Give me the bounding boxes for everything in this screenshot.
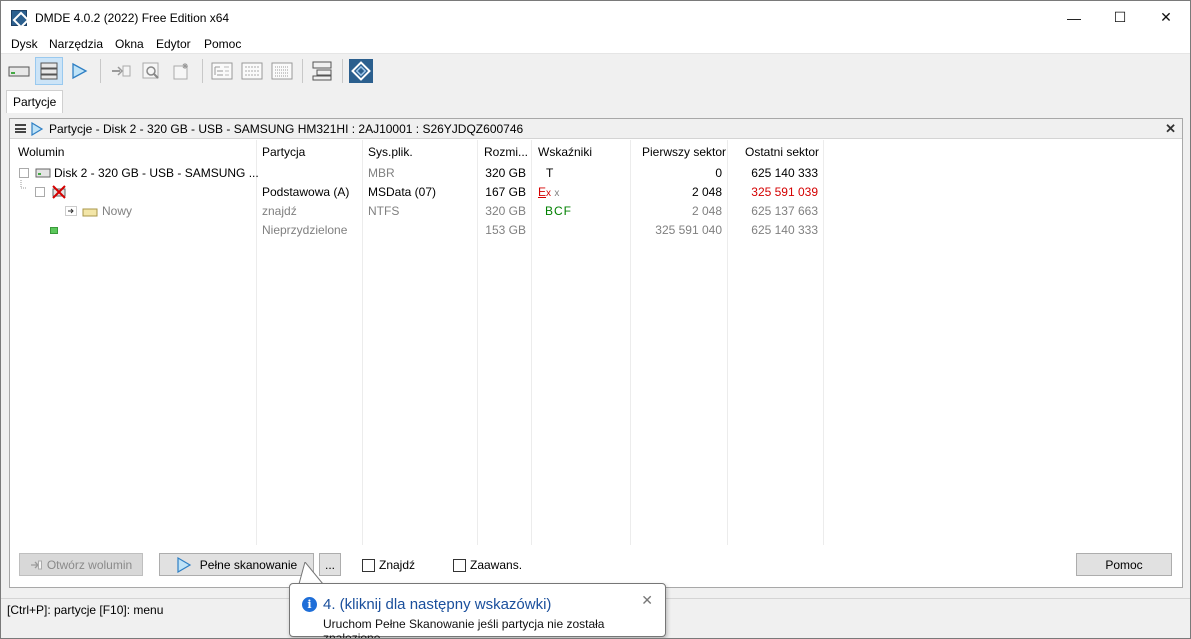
flags: T bbox=[546, 166, 554, 180]
open-arrow-icon bbox=[30, 560, 42, 569]
filesystem: MBR bbox=[368, 166, 395, 180]
partitions-panel: Partycje - Disk 2 - 320 GB - USB - SAMSU… bbox=[9, 118, 1183, 588]
toolbar bbox=[1, 55, 1190, 87]
tree-connector-icon bbox=[20, 180, 26, 189]
play-icon bbox=[177, 556, 191, 573]
menu-help[interactable]: Pomoc bbox=[204, 37, 241, 51]
tab-partitions[interactable]: Partycje bbox=[6, 90, 64, 113]
last-sector: 625 140 333 bbox=[751, 166, 818, 180]
col-header-volume[interactable]: Wolumin bbox=[18, 145, 64, 159]
help-button[interactable]: Pomoc bbox=[1076, 553, 1172, 576]
app-window: DMDE 4.0.2 (2022) Free Edition x64 — ☐ ✕… bbox=[0, 0, 1191, 639]
open-volume-icon[interactable] bbox=[107, 57, 135, 85]
first-sector: 2 048 bbox=[691, 185, 722, 199]
tooltip-title[interactable]: 4. (kliknij dla następny wskazówki) bbox=[323, 596, 551, 613]
tooltip-close-icon[interactable]: ✕ bbox=[641, 592, 653, 609]
tab-strip: Partycje bbox=[1, 87, 1190, 113]
expand-arrow-icon[interactable] bbox=[65, 206, 77, 216]
last-sector: 625 140 333 bbox=[751, 223, 818, 237]
list-view-icon[interactable] bbox=[238, 57, 266, 85]
partitions-table: Wolumin Partycja Sys.plik. Rozmi... Wska… bbox=[10, 140, 1182, 545]
filesystem: NTFS bbox=[368, 204, 400, 218]
dmde-app-icon bbox=[11, 10, 27, 26]
flag-x: x bbox=[554, 188, 560, 199]
window-title: DMDE 4.0.2 (2022) Free Edition x64 bbox=[35, 11, 230, 25]
col-header-filesystem[interactable]: Sys.plik. bbox=[368, 145, 413, 159]
info-icon: i bbox=[302, 597, 317, 612]
first-sector: 0 bbox=[715, 166, 722, 180]
flags: Ex x bbox=[538, 185, 559, 199]
advanced-checkbox[interactable]: Zaawans. bbox=[453, 558, 522, 572]
advanced-checkbox-label: Zaawans. bbox=[470, 558, 523, 572]
missing-partition-icon bbox=[52, 185, 66, 199]
full-scan-label: Pełne skanowanie bbox=[199, 557, 298, 572]
partition-type: Podstawowa (A) bbox=[262, 185, 350, 199]
play-icon[interactable] bbox=[65, 57, 93, 85]
tooltip-body: Uruchom Pełne Skanowanie jeśli partycja … bbox=[323, 617, 605, 639]
size: 167 GB bbox=[485, 185, 526, 199]
tree-view-icon[interactable] bbox=[208, 57, 236, 85]
flag-error: E bbox=[538, 185, 547, 199]
first-sector: 325 591 040 bbox=[655, 223, 722, 237]
windows-icon[interactable] bbox=[308, 57, 336, 85]
panel-header: Partycje - Disk 2 - 320 GB - USB - SAMSU… bbox=[10, 119, 1182, 139]
volume-name: Disk 2 - 320 GB - USB - SAMSUNG ... bbox=[54, 166, 259, 180]
partition-type: znajdź bbox=[262, 204, 297, 218]
size: 320 GB bbox=[485, 204, 526, 218]
panel-menu-icon[interactable] bbox=[15, 124, 26, 133]
last-sector: 625 137 663 bbox=[751, 204, 818, 218]
disk-icon[interactable] bbox=[5, 57, 33, 85]
col-header-last-sector[interactable]: Ostatni sektor bbox=[745, 145, 819, 159]
menu-disk[interactable]: Dysk bbox=[11, 37, 38, 51]
advanced-checkbox-box[interactable] bbox=[453, 558, 466, 572]
unallocated-icon bbox=[50, 227, 58, 234]
open-volume-button[interactable]: Otwórz wolumin bbox=[19, 553, 143, 576]
menu-windows[interactable]: Okna bbox=[115, 37, 144, 51]
title-bar: DMDE 4.0.2 (2022) Free Edition x64 — ☐ ✕ bbox=[1, 1, 1190, 34]
partitions-list-icon[interactable] bbox=[35, 57, 63, 85]
menu-editor[interactable]: Edytor bbox=[156, 37, 191, 51]
menu-bar: Dysk Narzędzia Okna Edytor Pomoc bbox=[1, 34, 1190, 54]
status-text: [Ctrl+P]: partycje [F10]: menu bbox=[7, 603, 164, 617]
search-icon[interactable] bbox=[137, 57, 165, 85]
full-scan-button[interactable]: Pełne skanowanie bbox=[159, 553, 314, 576]
filesystem: MSData (07) bbox=[368, 185, 437, 199]
size: 320 GB bbox=[485, 166, 526, 180]
panel-close-button[interactable]: ✕ bbox=[1165, 121, 1176, 137]
find-checkbox-label: Znajdź bbox=[379, 558, 416, 572]
grid-view-icon[interactable] bbox=[268, 57, 296, 85]
settings-icon[interactable] bbox=[167, 57, 195, 85]
open-volume-label: Otwórz wolumin bbox=[46, 557, 133, 572]
panel-title: Partycje - Disk 2 - 320 GB - USB - SAMSU… bbox=[49, 122, 524, 136]
volume-name: Nowy bbox=[102, 204, 133, 218]
row-checkbox[interactable] bbox=[19, 168, 29, 178]
flags: BCF bbox=[545, 204, 572, 218]
volume-drive-icon bbox=[82, 208, 98, 217]
col-header-first-sector[interactable]: Pierwszy sektor bbox=[642, 145, 726, 159]
find-checkbox-box[interactable] bbox=[362, 558, 375, 572]
col-header-size[interactable]: Rozmi... bbox=[484, 145, 528, 159]
minimize-button[interactable]: — bbox=[1051, 1, 1097, 34]
maximize-button[interactable]: ☐ bbox=[1097, 1, 1143, 34]
partition-type: Nieprzydzielone bbox=[262, 223, 348, 237]
panel-play-icon bbox=[31, 122, 44, 136]
menu-tools[interactable]: Narzędzia bbox=[49, 37, 103, 51]
first-sector: 2 048 bbox=[691, 204, 722, 218]
last-sector: 325 591 039 bbox=[751, 185, 818, 199]
hard-disk-icon bbox=[35, 168, 51, 178]
tooltip-tail bbox=[298, 562, 325, 585]
col-header-flags[interactable]: Wskaźniki bbox=[538, 145, 592, 159]
size: 153 GB bbox=[485, 223, 526, 237]
dmde-logo-icon[interactable] bbox=[347, 57, 375, 85]
hint-tooltip[interactable]: i 4. (kliknij dla następny wskazówki) Ur… bbox=[289, 583, 666, 639]
find-checkbox[interactable]: Znajdź bbox=[362, 558, 415, 572]
row-checkbox[interactable] bbox=[35, 187, 45, 197]
flag-error-x: x bbox=[546, 188, 552, 199]
close-window-button[interactable]: ✕ bbox=[1143, 1, 1189, 34]
col-header-partition[interactable]: Partycja bbox=[262, 145, 305, 159]
